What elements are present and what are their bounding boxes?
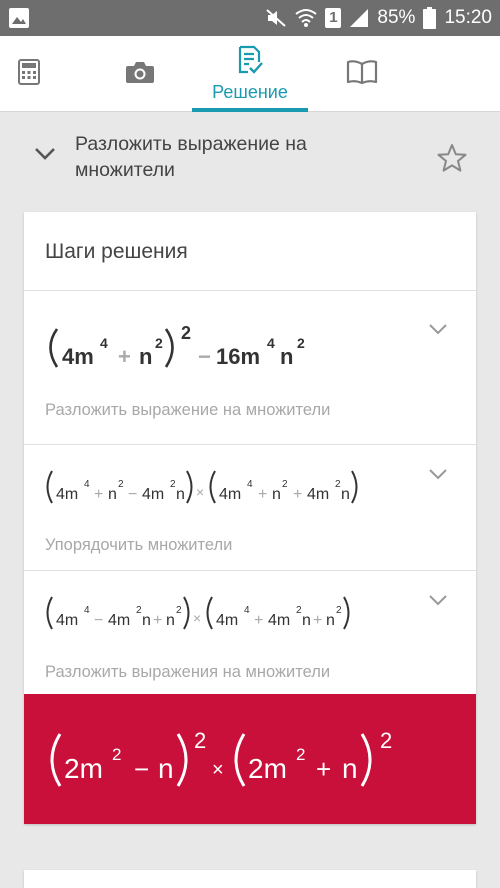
tab-camera[interactable] — [110, 36, 170, 112]
svg-text:2: 2 — [176, 605, 182, 616]
step-1[interactable]: 4m 4 + n 2 2 − 16m 4 n 2 Разложить выраж… — [24, 291, 476, 444]
step-1-description: Разложить выражение на множители — [45, 401, 331, 419]
outer-exp: 2 — [194, 728, 206, 753]
op-minus: − — [134, 754, 149, 784]
op-minus: − — [198, 344, 211, 369]
op-times: × — [193, 610, 201, 626]
term: n — [176, 486, 185, 503]
term: 4m — [268, 612, 290, 629]
step-2[interactable]: 4m 4 + n 2 − 4m 2 n × 4m 4 + n 2 + 4m 2 … — [24, 445, 476, 570]
expand-chevron-icon[interactable] — [428, 593, 448, 611]
mute-icon — [265, 7, 287, 29]
op-times: × — [196, 484, 204, 500]
expand-chevron-icon[interactable] — [428, 467, 448, 485]
tab-book[interactable] — [332, 36, 392, 112]
svg-text:−: − — [94, 612, 103, 629]
svg-text:+: + — [258, 486, 267, 503]
calculator-icon — [18, 58, 40, 90]
problem-title: Разложить выражение на множители — [75, 133, 307, 181]
tab-solution-label: Решение — [212, 82, 288, 102]
svg-text:+: + — [94, 486, 103, 503]
gallery-icon — [8, 7, 30, 29]
term-16m: 16m — [216, 344, 260, 369]
next-card — [24, 870, 476, 888]
term-4m: 4m — [62, 344, 94, 369]
svg-text:2: 2 — [118, 479, 124, 490]
step-3-formula: 4m 4 − 4m 2 n + n 2 × 4m 4 + 4m 2 n + n … — [46, 596, 350, 630]
svg-text:4: 4 — [244, 605, 250, 616]
term-n: n — [158, 753, 174, 784]
term-2m: 2m — [248, 753, 287, 784]
svg-text:+: + — [313, 612, 322, 629]
term: 4m — [219, 486, 241, 503]
outer-exp: 2 — [380, 728, 392, 753]
term: n — [302, 612, 311, 629]
svg-text:4: 4 — [84, 605, 90, 616]
svg-text:2: 2 — [282, 479, 288, 490]
term: 4m — [307, 486, 329, 503]
book-icon — [346, 59, 378, 90]
term: n — [272, 486, 281, 503]
term: 4m — [56, 486, 78, 503]
term: 4m — [108, 612, 130, 629]
op-plus: + — [316, 754, 331, 784]
tab-bar: Решение — [0, 36, 500, 112]
exp-2: 2 — [155, 335, 163, 351]
signal-icon — [349, 8, 369, 28]
svg-text:2: 2 — [336, 605, 342, 616]
outer-exp: 2 — [181, 323, 191, 343]
svg-text:+: + — [254, 612, 263, 629]
step-3[interactable]: 4m 4 − 4m 2 n + n 2 × 4m 4 + 4m 2 n + n … — [24, 571, 476, 694]
clock: 15:20 — [444, 7, 492, 28]
term: n — [142, 612, 151, 629]
step-2-formula: 4m 4 + n 2 − 4m 2 n × 4m 4 + n 2 + 4m 2 … — [46, 470, 358, 504]
term-2m: 2m — [64, 753, 103, 784]
term: 4m — [56, 612, 78, 629]
wifi-icon — [295, 8, 318, 28]
tab-solution[interactable]: Решение — [192, 36, 308, 112]
battery-percent: 85% — [377, 7, 416, 28]
svg-text:+: + — [293, 486, 302, 503]
exp: 2 — [112, 745, 121, 764]
term: n — [341, 486, 350, 503]
battery-icon — [423, 7, 437, 29]
card-title: Шаги решения — [45, 240, 188, 263]
collapse-chevron-icon[interactable] — [34, 147, 56, 166]
expand-chevron-icon[interactable] — [428, 322, 448, 340]
active-tab-indicator — [192, 108, 308, 112]
term: 4m — [142, 486, 164, 503]
term: n — [166, 612, 175, 629]
term: 4m — [216, 612, 238, 629]
step-1-formula: 4m 4 + n 2 2 − 16m 4 n 2 — [49, 323, 305, 369]
svg-text:4: 4 — [247, 479, 253, 490]
status-bar: 1 85% 15:20 — [0, 0, 500, 36]
op-plus: + — [118, 344, 131, 369]
exp: 2 — [296, 745, 305, 764]
exp-4b: 4 — [267, 335, 275, 351]
exp-4: 4 — [100, 335, 108, 351]
svg-text:4: 4 — [84, 479, 90, 490]
result-formula: 2m 2 − n 2 × 2m 2 + n 2 — [50, 728, 392, 787]
term-n: n — [139, 344, 152, 369]
svg-text:−: − — [128, 486, 137, 503]
exp-2b: 2 — [297, 335, 305, 351]
term: n — [326, 612, 335, 629]
step-3-description: Разложить выражения на множители — [45, 663, 331, 681]
term-n2: n — [280, 344, 293, 369]
svg-text:+: + — [153, 612, 162, 629]
star-icon[interactable] — [436, 143, 468, 178]
sim-icon: 1 — [325, 8, 342, 28]
solution-steps-card: Шаги решения 4m 4 + n 2 2 − 16m 4 n 2 Ра… — [24, 212, 476, 824]
term-n: n — [342, 753, 358, 784]
solution-icon — [236, 45, 264, 80]
term: n — [108, 486, 117, 503]
tab-calculator[interactable] — [0, 36, 58, 112]
op-times: × — [212, 759, 224, 781]
final-result: 2m 2 − n 2 × 2m 2 + n 2 — [24, 694, 476, 824]
camera-icon — [125, 60, 155, 89]
step-2-description: Упорядочить множители — [45, 536, 233, 554]
